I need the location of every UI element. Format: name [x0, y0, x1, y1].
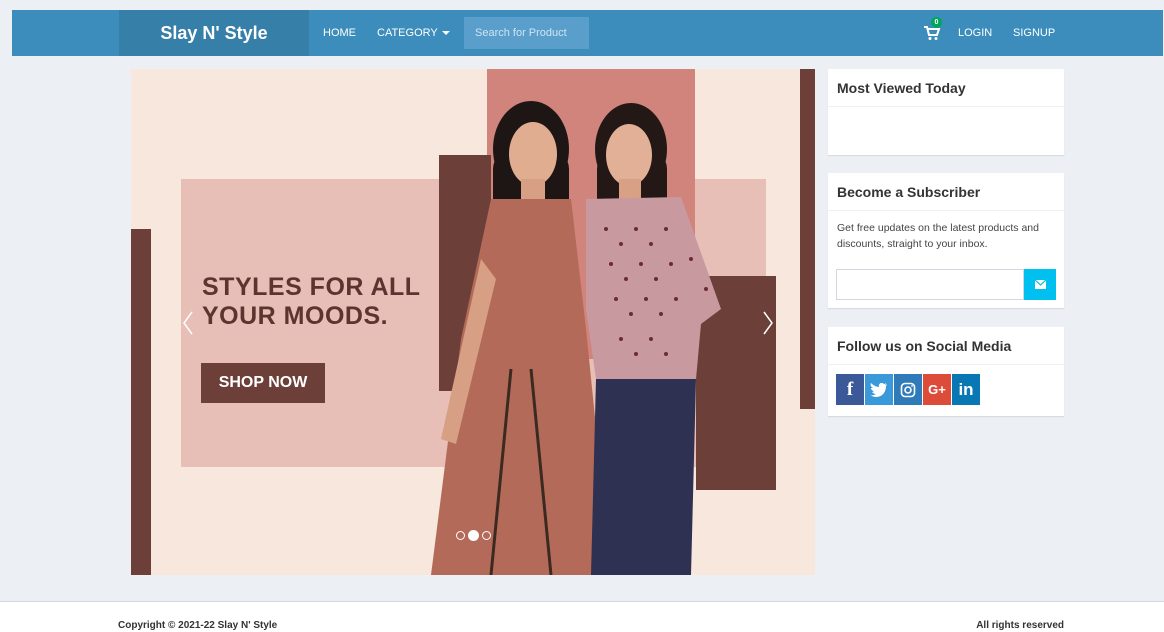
envelope-icon — [1034, 280, 1046, 289]
headline-line: YOUR MOODS. — [202, 302, 389, 330]
page-footer: Copyright © 2021-22 Slay N' Style All ri… — [0, 601, 1164, 632]
twitter-icon[interactable] — [865, 374, 893, 405]
models-photo — [431, 101, 721, 575]
google-plus-icon[interactable]: G+ — [923, 374, 951, 405]
chevron-left-icon[interactable] — [179, 309, 197, 337]
banner-right-bar — [800, 69, 815, 409]
hero-carousel: STYLES FOR ALL YOUR MOODS. SHOP NOW — [131, 69, 815, 575]
copyright-text: Copyright © 2021-22 Slay N' Style — [118, 620, 278, 631]
nav-category-label: CATEGORY — [377, 27, 438, 39]
rights-text: All rights reserved — [976, 620, 1064, 631]
login-link[interactable]: LOGIN — [958, 10, 992, 56]
social-title: Follow us on Social Media — [828, 327, 1064, 365]
brand-logo[interactable]: Slay N' Style — [119, 10, 309, 56]
carousel-indicator[interactable] — [456, 531, 465, 540]
carousel-indicator[interactable] — [482, 531, 491, 540]
search-input[interactable] — [464, 17, 589, 49]
most-viewed-title: Most Viewed Today — [828, 69, 1064, 107]
banner-left-bar — [131, 229, 151, 575]
subscribe-email-input[interactable] — [836, 269, 1024, 300]
most-viewed-box: Most Viewed Today — [828, 69, 1064, 155]
instagram-icon[interactable] — [894, 374, 922, 405]
nav-category-dropdown[interactable]: CATEGORY — [377, 10, 450, 56]
social-media-box: Follow us on Social Media f G+ in — [828, 327, 1064, 416]
headline-line: STYLES FOR ALL — [202, 273, 421, 301]
subscriber-description: Get free updates on the latest products … — [837, 222, 1039, 250]
banner-headline: STYLES FOR ALL YOUR MOODS. — [202, 273, 421, 331]
carousel-indicators — [456, 530, 491, 541]
linkedin-icon[interactable]: in — [952, 374, 980, 405]
nav-home-link[interactable]: HOME — [323, 10, 356, 56]
carousel-indicator-active[interactable] — [468, 530, 479, 541]
chevron-right-icon[interactable] — [759, 309, 777, 337]
top-navbar: Slay N' Style HOME CATEGORY 0 LOGIN SIGN… — [12, 10, 1163, 56]
signup-link[interactable]: SIGNUP — [1013, 10, 1055, 56]
subscriber-box: Become a Subscriber Get free updates on … — [828, 173, 1064, 308]
social-icons: f G+ in — [836, 374, 980, 405]
cart-count-badge: 0 — [931, 17, 942, 28]
facebook-icon[interactable]: f — [836, 374, 864, 405]
caret-down-icon — [441, 31, 450, 36]
shop-now-button[interactable]: SHOP NOW — [201, 363, 325, 403]
subscribe-button[interactable] — [1024, 269, 1056, 300]
subscriber-title: Become a Subscriber — [828, 173, 1064, 211]
